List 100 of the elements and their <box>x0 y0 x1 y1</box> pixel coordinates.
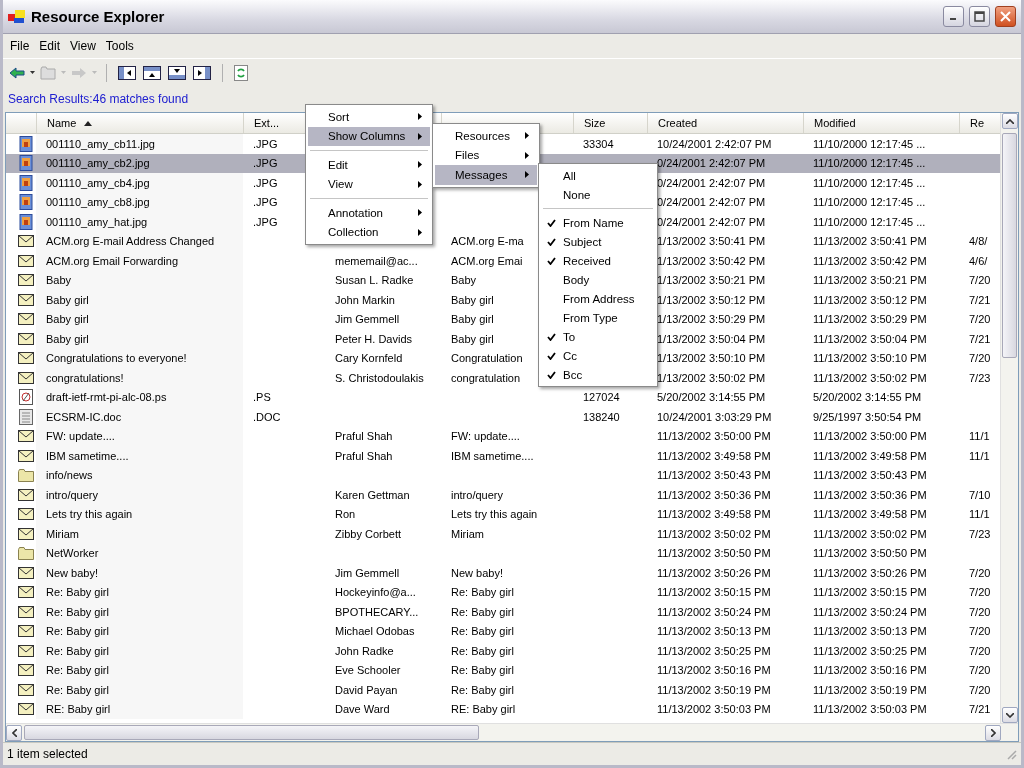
menu-checkbox-item[interactable]: From Type <box>541 308 655 327</box>
envelope-icon <box>18 664 34 677</box>
menu-checkbox-item[interactable]: Bcc <box>541 365 655 384</box>
table-row[interactable]: IBM sametime.... Praful Shah IBM sametime.... 11/13/2002 3:49:58 PM 11/13/2002 3:49:58 PM 11/1 <box>6 446 1000 466</box>
maximize-button[interactable] <box>969 6 990 27</box>
table-row[interactable]: Re: Baby girl Michael Odobas Re: Baby girl 11/13/2002 3:50:13 PM 11/13/2002 3:50:13 PM 7/20 <box>6 621 1000 641</box>
table-cell: congratulation <box>451 371 521 384</box>
file-name: Re: Baby girl <box>46 683 109 696</box>
envelope-icon <box>18 625 34 638</box>
table-cell: 138240 <box>583 410 620 423</box>
minimize-button[interactable] <box>943 6 964 27</box>
table-cell: 7/20 <box>969 664 991 677</box>
image-file-icon <box>19 155 33 172</box>
horizontal-scrollbar[interactable] <box>6 723 1018 741</box>
table-row[interactable]: Re: Baby girl Hockeyinfo@a... Re: Baby girl 11/13/2002 3:50:15 PM 11/13/2002 3:50:15 PM 7/20 <box>6 582 1000 602</box>
submenu-arrow-icon <box>418 132 422 140</box>
table-cell: 11/13/2002 3:50:26 PM <box>813 566 927 579</box>
context-menu-item[interactable]: Annotation <box>308 203 430 223</box>
menu-checkbox-item[interactable]: From Name <box>541 213 655 232</box>
document-icon <box>19 389 33 406</box>
table-row[interactable]: draft-ietf-rmt-pi-alc-08.ps .PS 127024 5/20/2002 3:14:55 PM 5/20/2002 3:14:55 PM <box>6 387 1000 407</box>
table-cell: 1/13/2002 3:50:02 PM <box>657 371 766 384</box>
table-cell: 1/13/2002 3:50:42 PM <box>657 254 766 267</box>
table-cell: 11/13/2002 3:50:24 PM <box>657 605 771 618</box>
left-pane-button[interactable] <box>116 63 138 82</box>
table-cell: Eve Schooler <box>335 664 401 677</box>
submenu-item[interactable]: Messages <box>435 165 537 185</box>
file-name: intro/query <box>46 488 98 501</box>
table-cell: Susan L. Radke <box>335 274 414 287</box>
table-row[interactable]: Re: Baby girl David Payan Re: Baby girl 11/13/2002 3:50:19 PM 11/13/2002 3:50:19 PM 7/20 <box>6 680 1000 700</box>
menu-item[interactable]: View <box>65 38 101 54</box>
submenu-item[interactable]: Resources <box>435 126 537 146</box>
table-row[interactable]: Lets try this again Ron Lets try this again 11/13/2002 3:49:58 PM 11/13/2002 3:49:58 PM 11/1 <box>6 504 1000 524</box>
table-cell: 10/24/2001 2:42:07 PM <box>657 137 772 150</box>
menu-checkbox-item[interactable]: Body <box>541 270 655 289</box>
table-row[interactable]: RE: Baby girl Dave Ward RE: Baby girl 11/13/2002 3:50:03 PM 11/13/2002 3:50:03 PM 7/21 <box>6 699 1000 719</box>
column-header[interactable]: Created <box>647 113 803 133</box>
table-cell: 7/21 <box>969 332 991 345</box>
table-row[interactable]: FW: update.... Praful Shah FW: update.... 11/13/2002 3:50:00 PM 11/13/2002 3:50:00 PM 11/1 <box>6 426 1000 446</box>
table-cell: Re: Baby girl <box>451 625 514 638</box>
file-name: 001110_amy_cb11.jpg <box>46 137 155 150</box>
caret-left-icon[interactable] <box>11 728 17 737</box>
table-cell: Re: Baby girl <box>451 586 514 599</box>
top-pane-button[interactable] <box>141 63 163 82</box>
table-cell: 11/13/2002 3:50:19 PM <box>813 683 927 696</box>
table-cell: Baby girl <box>451 293 494 306</box>
caret-up-icon[interactable] <box>1005 118 1014 124</box>
table-cell: 11/10/2000 12:17:45 ... <box>813 157 926 170</box>
table-cell: 11/1 <box>969 449 990 462</box>
table-cell: 1/13/2002 3:50:12 PM <box>657 293 766 306</box>
table-row[interactable]: Re: Baby girl BPOTHECARY... Re: Baby girl 11/13/2002 3:50:24 PM 11/13/2002 3:50:24 PM 7/20 <box>6 602 1000 622</box>
caret-down-icon[interactable] <box>1005 712 1014 718</box>
table-row[interactable]: intro/query Karen Gettman intro/query 11/13/2002 3:50:36 PM 11/13/2002 3:50:36 PM 7/10 <box>6 485 1000 505</box>
refresh-button[interactable] <box>232 62 250 83</box>
menu-checkbox-item[interactable]: Subject <box>541 232 655 251</box>
caret-right-icon[interactable] <box>990 728 996 737</box>
table-row[interactable]: Re: Baby girl Eve Schooler Re: Baby girl 11/13/2002 3:50:16 PM 11/13/2002 3:50:16 PM 7/20 <box>6 660 1000 680</box>
menu-checkbox-item[interactable]: Cc <box>541 346 655 365</box>
column-header[interactable]: Modified <box>803 113 959 133</box>
right-pane-button[interactable] <box>191 63 213 82</box>
menu-checkbox-item[interactable]: Received <box>541 251 655 270</box>
close-icon <box>1000 11 1011 22</box>
dropdown-arrow-icon[interactable] <box>30 71 35 74</box>
table-cell: 11/13/2002 3:50:50 PM <box>813 547 927 560</box>
folder-icon <box>18 546 34 560</box>
table-cell: 11/1 <box>969 430 990 443</box>
table-row[interactable]: info/news 11/13/2002 3:50:43 PM 11/13/2002 3:50:43 PM <box>6 465 1000 485</box>
file-name: Baby girl <box>46 293 89 306</box>
table-row[interactable]: New baby! Jim Gemmell New baby! 11/13/2002 3:50:26 PM 11/13/2002 3:50:26 PM 7/20 <box>6 563 1000 583</box>
resize-grip-icon[interactable] <box>1006 748 1017 760</box>
document-icon <box>19 408 33 425</box>
vertical-scrollbar[interactable] <box>1000 113 1018 723</box>
file-name: 001110_amy_cb4.jpg <box>46 176 150 189</box>
context-menu-item[interactable]: View <box>308 174 430 194</box>
submenu-item[interactable]: Files <box>435 145 537 165</box>
table-cell: intro/query <box>451 488 503 501</box>
close-button[interactable] <box>995 6 1016 27</box>
context-menu-item[interactable]: Edit <box>308 155 430 175</box>
menu-checkbox-item[interactable]: From Address <box>541 289 655 308</box>
column-header[interactable]: Name <box>36 113 243 133</box>
menu-checkbox-item[interactable]: None <box>541 185 655 204</box>
menu-item[interactable]: File <box>5 38 35 54</box>
table-row[interactable]: Re: Baby girl John Radke Re: Baby girl 11/13/2002 3:50:25 PM 11/13/2002 3:50:25 PM 7/20 <box>6 641 1000 661</box>
back-button[interactable] <box>7 64 27 81</box>
table-cell: 0/24/2001 2:42:07 PM <box>657 157 766 170</box>
menu-item[interactable]: Edit <box>34 38 66 54</box>
column-header[interactable]: Size <box>573 113 647 133</box>
menu-checkbox-item[interactable]: All <box>541 166 655 185</box>
table-row[interactable]: ECSRM-IC.doc .DOC 138240 10/24/2001 3:03:29 PM 9/25/1997 3:50:54 PM <box>6 407 1000 427</box>
table-cell: 11/13/2002 3:50:13 PM <box>813 625 927 638</box>
table-row[interactable]: NetWorker 11/13/2002 3:50:50 PM 11/13/2002 3:50:50 PM <box>6 543 1000 563</box>
table-cell: 7/20 <box>969 625 991 638</box>
app-logo-icon <box>8 9 26 24</box>
context-menu-item[interactable]: Collection <box>308 222 430 242</box>
file-name: Lets try this again <box>46 508 133 521</box>
menu-checkbox-item[interactable]: To <box>541 327 655 346</box>
context-menu-item[interactable]: Show Columns <box>308 126 430 146</box>
bottom-pane-button[interactable] <box>166 63 188 82</box>
table-row[interactable]: Miriam Zibby Corbett Miriam 11/13/2002 3:50:02 PM 11/13/2002 3:50:02 PM 7/23 <box>6 524 1000 544</box>
menu-item[interactable]: Tools <box>100 38 139 54</box>
